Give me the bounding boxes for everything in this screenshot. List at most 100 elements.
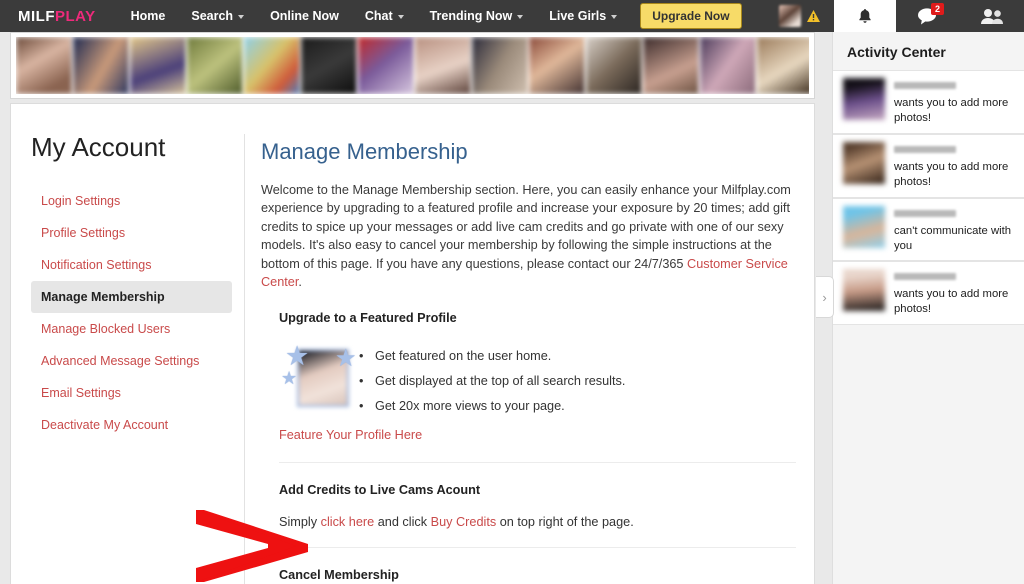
thumbnail-item[interactable] <box>358 37 414 94</box>
activity-avatar[interactable] <box>843 141 885 184</box>
activity-body: can't communicate with you <box>894 206 1016 254</box>
sidebar-item-login-settings[interactable]: Login Settings <box>31 185 232 217</box>
nav-item-live-girls[interactable]: Live Girls <box>536 3 630 29</box>
credits-text-part2: and click <box>374 515 431 530</box>
sidebar-item-manage-membership[interactable]: Manage Membership <box>31 281 232 313</box>
chevron-down-icon <box>238 14 245 19</box>
thumbnail-item[interactable] <box>472 37 528 94</box>
nav-item-home[interactable]: Home <box>118 3 179 29</box>
add-credits-heading: Add Credits to Live Cams Acount <box>279 483 481 498</box>
list-item[interactable]: wants you to add more photos! <box>833 133 1024 198</box>
nav-item-search-label: Search <box>191 9 234 23</box>
list-item: Get displayed at the top of all search r… <box>355 374 625 388</box>
nav-item-chat-label: Chat <box>364 9 393 23</box>
activity-username-redacted <box>894 145 956 153</box>
credits-text-part3: on top right of the page. <box>496 515 634 530</box>
thumbnail-item[interactable] <box>586 37 642 94</box>
activity-center-panel: Activity Center wants you to add more ph… <box>832 32 1024 584</box>
thumbnail-item[interactable] <box>301 37 357 94</box>
featured-profile-benefits: Get featured on the user home. Get displ… <box>355 343 625 424</box>
buy-credits-link[interactable]: Buy Credits <box>431 515 497 529</box>
featured-profile-section: Upgrade to a Featured Profile ★ ★ ★ Get … <box>279 291 796 444</box>
activity-text: wants you to add more photos! <box>894 160 1009 188</box>
logo-text-accent: PLAY <box>55 7 96 25</box>
intro-text-part2: . <box>298 275 302 290</box>
thumbnail-item[interactable] <box>700 37 756 94</box>
sidebar-item-advanced-message-settings[interactable]: Advanced Message Settings <box>31 345 232 377</box>
section-heading: Manage Membership <box>261 139 468 164</box>
account-sidebar: My Account Login Settings Profile Settin… <box>11 104 244 584</box>
credits-text-part1: Simply <box>279 515 321 530</box>
list-item: Get featured on the user home. <box>355 349 625 363</box>
thumbnail-item[interactable] <box>130 37 186 94</box>
activity-username-redacted <box>894 82 956 89</box>
thumbnail-list[interactable] <box>16 37 809 94</box>
membership-panel: Manage Membership Welcome to the Manage … <box>244 134 814 584</box>
sidebar-item-notification-settings[interactable]: Notification Settings <box>31 249 232 281</box>
nav-item-trending-now-label: Trending Now <box>429 9 513 23</box>
page-title: My Account <box>31 132 166 162</box>
logo-text-primary: MILF <box>18 7 55 25</box>
activity-avatar[interactable] <box>843 205 885 248</box>
star-icon: ★ <box>335 345 357 373</box>
activity-text: wants you to add more photos! <box>894 97 1009 124</box>
list-item[interactable]: wants you to add more photos! <box>833 261 1024 326</box>
cancel-membership-section: Cancel Membership Cancel your membership… <box>279 547 796 584</box>
sidebar-item-profile-settings[interactable]: Profile Settings <box>31 217 232 249</box>
nav-item-trending-now[interactable]: Trending Now <box>417 3 537 29</box>
add-credits-text: Simply click here and click Buy Credits … <box>279 515 796 529</box>
sidebar-item-manage-blocked-users[interactable]: Manage Blocked Users <box>31 313 232 345</box>
thumbnail-item[interactable] <box>415 37 471 94</box>
star-icon: ★ <box>285 341 310 372</box>
sidebar-item-email-settings[interactable]: Email Settings <box>31 377 232 409</box>
nav-item-online-now[interactable]: Online Now <box>257 3 352 29</box>
activity-avatar[interactable] <box>843 78 885 120</box>
nav-item-online-now-label: Online Now <box>270 9 339 23</box>
bell-icon <box>859 8 871 23</box>
nav-right-cluster: 2 <box>779 0 1024 32</box>
people-icon <box>981 9 1003 24</box>
nav-item-chat[interactable]: Chat <box>352 3 417 29</box>
feature-your-profile-link[interactable]: Feature Your Profile Here <box>279 428 422 442</box>
nav-item-home-label: Home <box>130 9 166 23</box>
upgrade-now-button[interactable]: Upgrade Now <box>640 3 742 29</box>
site-logo[interactable]: MILFPLAY <box>18 8 96 25</box>
messages-button[interactable]: 2 <box>896 0 960 32</box>
featured-profile-heading: Upgrade to a Featured Profile <box>279 311 457 326</box>
chevron-down-icon <box>611 14 618 19</box>
warning-icon[interactable] <box>807 10 820 22</box>
activity-body: wants you to add more photos! <box>894 78 1016 126</box>
add-credits-section: Add Credits to Live Cams Acount Simply c… <box>279 462 796 529</box>
nav-item-search[interactable]: Search <box>178 3 257 29</box>
main-content-panel: › My Account Login Settings Profile Sett… <box>10 103 834 584</box>
thumbnail-item[interactable] <box>73 37 129 94</box>
activity-body: wants you to add more photos! <box>894 269 1016 317</box>
page-root: MILFPLAY Home Search Online Now Chat Tre… <box>0 0 1024 584</box>
intro-paragraph: Welcome to the Manage Membership section… <box>261 181 796 291</box>
profile-thumbnail-strip <box>10 32 815 99</box>
activity-center-title: Activity Center <box>847 44 946 60</box>
nav-item-live-girls-label: Live Girls <box>549 9 607 23</box>
list-item[interactable]: wants you to add more photos! <box>833 70 1024 134</box>
sidebar-item-deactivate-my-account[interactable]: Deactivate My Account <box>31 409 232 441</box>
featured-profile-thumbnail-group: ★ ★ ★ <box>279 341 357 415</box>
thumbnail-item[interactable] <box>529 37 585 94</box>
thumbnail-item[interactable] <box>643 37 699 94</box>
thumbnail-item[interactable] <box>757 37 809 94</box>
thumbnail-item[interactable] <box>187 37 243 94</box>
content-columns: My Account Login Settings Profile Settin… <box>11 104 814 584</box>
expand-panel-toggle[interactable]: › <box>816 276 834 318</box>
friends-button[interactable] <box>960 0 1024 32</box>
notifications-bell-button[interactable] <box>834 0 896 32</box>
activity-avatar[interactable] <box>843 269 885 312</box>
featured-profile-row: ★ ★ ★ Get featured on the user home. Get… <box>279 343 796 424</box>
list-item[interactable]: can't communicate with you <box>833 197 1024 262</box>
thumbnail-item[interactable] <box>244 37 300 94</box>
thumbnail-item[interactable] <box>16 37 72 94</box>
user-avatar-group[interactable] <box>779 5 834 27</box>
chevron-down-icon <box>517 14 524 19</box>
messages-badge: 2 <box>931 3 945 15</box>
chevron-down-icon <box>397 14 404 19</box>
click-here-link[interactable]: click here <box>321 515 375 529</box>
avatar[interactable] <box>779 5 801 27</box>
